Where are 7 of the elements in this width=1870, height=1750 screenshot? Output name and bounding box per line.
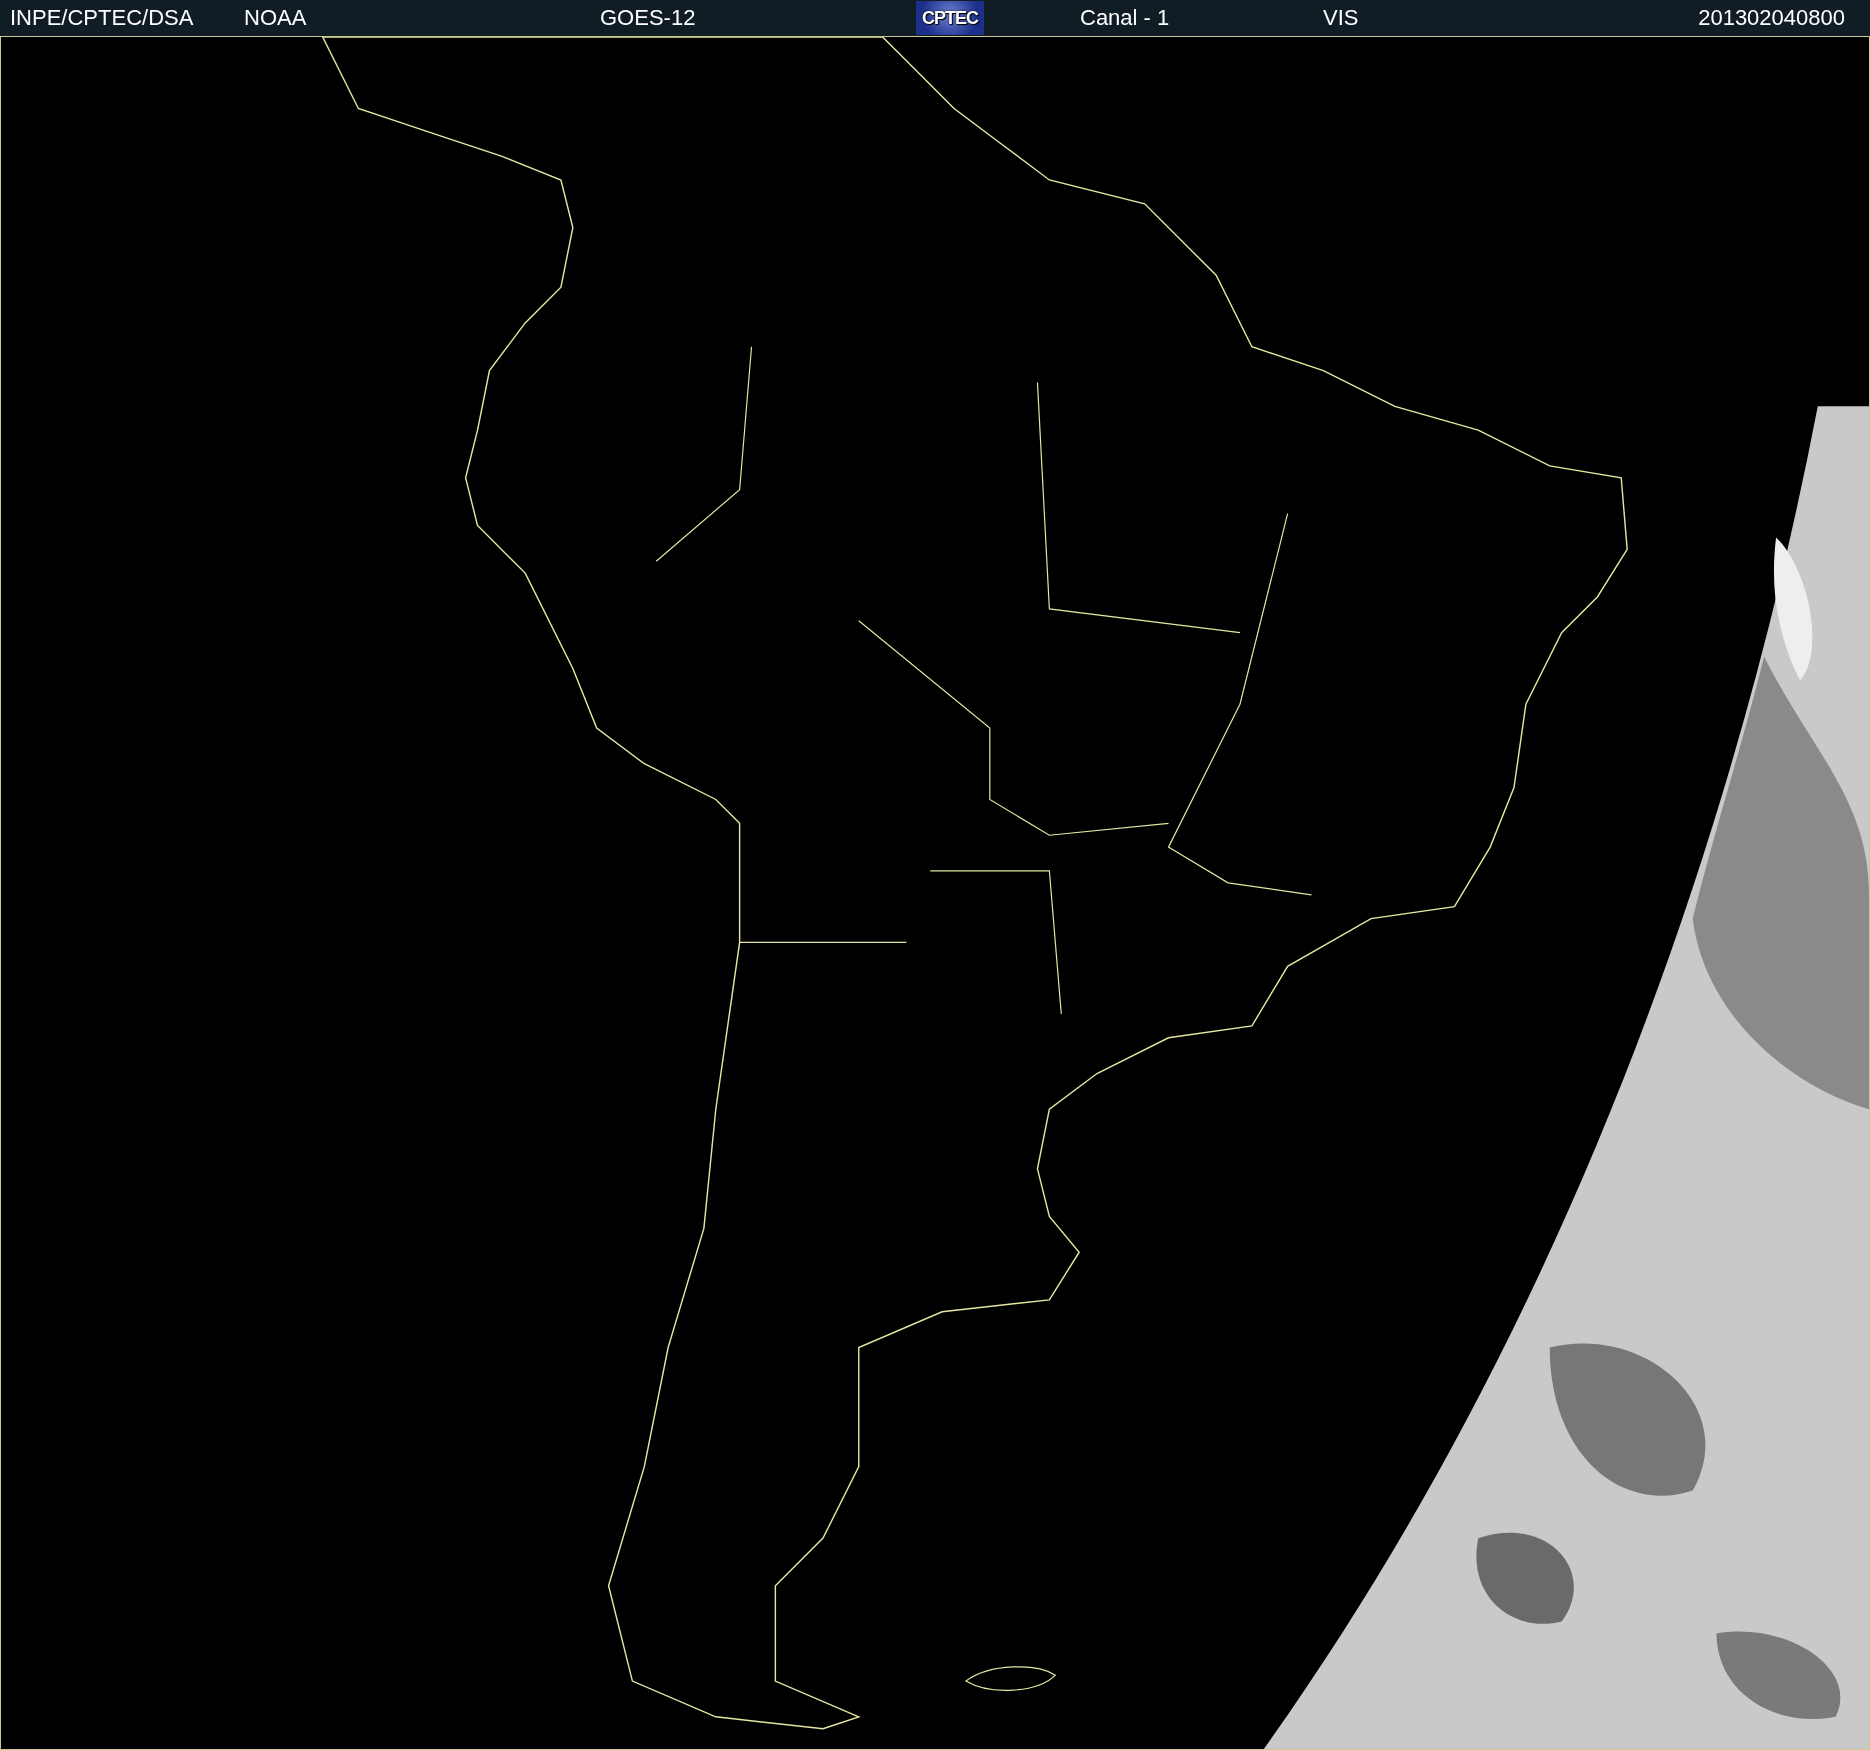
cptec-logo: CPTEC	[916, 1, 984, 35]
header-label: INPE/CPTEC/DSA	[10, 5, 194, 31]
header-label: NOAA	[244, 5, 307, 31]
header-label: GOES-12	[600, 5, 696, 31]
header-label: Canal - 1	[1080, 5, 1170, 31]
header-label: VIS	[1323, 5, 1359, 31]
header-label: 201302040800	[1698, 5, 1845, 31]
